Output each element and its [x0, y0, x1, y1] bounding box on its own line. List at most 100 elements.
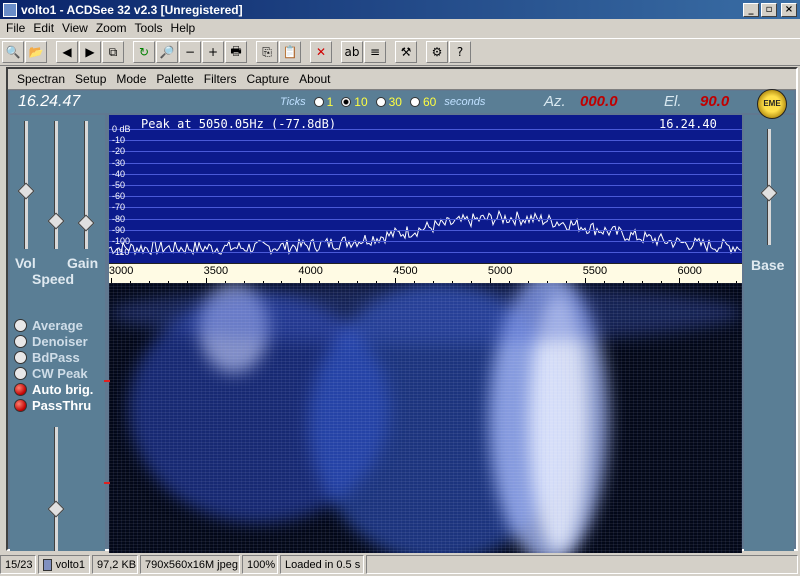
- left-control-panel: Vol Gain Speed Average Denoiser BdPass C…: [10, 115, 105, 551]
- graph-gridline: [109, 173, 742, 175]
- zoom-out-button[interactable]: −: [179, 41, 201, 63]
- print-button[interactable]: 🖶: [225, 41, 247, 63]
- db-label: -60: [112, 191, 126, 202]
- help-button[interactable]: ?: [449, 41, 471, 63]
- menu-bar: File Edit View Zoom Tools Help: [0, 19, 800, 37]
- graph-gridline: [109, 185, 742, 186]
- ticks-radio-30: [375, 97, 386, 107]
- properties-icon: ≡: [369, 45, 381, 59]
- paste-button[interactable]: 📋: [279, 41, 301, 63]
- menu-help[interactable]: Help: [167, 21, 200, 35]
- next-button[interactable]: ▶: [79, 41, 101, 63]
- elevation-label: El.: [664, 93, 682, 110]
- status-size: 97,2 KB: [92, 555, 138, 574]
- db-label: -30: [112, 157, 126, 168]
- browse-button[interactable]: 🔍: [2, 41, 24, 63]
- properties-button[interactable]: ≡: [364, 41, 386, 63]
- maximize-button[interactable]: ▫: [761, 2, 777, 17]
- tools-button[interactable]: ⚒: [395, 41, 417, 63]
- frequency-axis: 3000 3500 4000 4500 5000 5500 6000: [108, 263, 742, 284]
- graph-gridline: [109, 151, 742, 153]
- zoom-in-icon: +: [207, 45, 219, 59]
- menu-view[interactable]: View: [58, 21, 92, 35]
- zoom-button[interactable]: 🔎: [156, 41, 178, 63]
- base-label: Base: [751, 257, 785, 273]
- option-auto-brig: Auto brig.: [14, 382, 93, 397]
- bdpass-led: [14, 351, 27, 364]
- menu-zoom[interactable]: Zoom: [92, 21, 131, 35]
- status-dimensions: 790x560x16M jpeg: [140, 555, 240, 574]
- waterfall-display: [109, 283, 742, 553]
- waterfall-time-marker: [104, 482, 110, 484]
- clock: 16.24.47: [18, 93, 81, 110]
- options-button[interactable]: ⚙: [426, 41, 448, 63]
- lower-slider-track: [54, 427, 58, 551]
- prev-button[interactable]: ◀: [56, 41, 78, 63]
- db-label: -110: [112, 247, 130, 258]
- azimuth-value: 000.0: [580, 93, 618, 110]
- rename-button[interactable]: ab: [341, 41, 363, 63]
- refresh-button[interactable]: ↻: [133, 41, 155, 63]
- ticks-value-60: 60: [422, 95, 437, 109]
- freq-label: 4000: [298, 265, 323, 277]
- graph-gridline: [109, 162, 742, 164]
- vol-label: Vol: [15, 255, 36, 271]
- next-icon: ▶: [85, 45, 95, 59]
- tools-icon: ⚒: [400, 45, 412, 59]
- waterfall-time-marker: [104, 380, 110, 382]
- window-title: volto1 - ACDSee 32 v2.3 [Unregistered]: [21, 2, 243, 17]
- copy-button[interactable]: ⎘: [256, 41, 278, 63]
- elevation-value: 90.0: [700, 93, 730, 110]
- vol-slider-thumb: [17, 182, 35, 200]
- speed-slider-thumb: [47, 212, 65, 230]
- freq-label: 3500: [203, 265, 229, 277]
- open-folder-icon: 📂: [28, 45, 44, 59]
- ticks-value-30: 30: [388, 95, 402, 109]
- menu-tools[interactable]: Tools: [131, 21, 167, 35]
- db-label: -70: [112, 202, 126, 213]
- spectrum-graph: Peak at 5050.05Hz (-77.8dB) 16.24.40 0 d…: [109, 115, 742, 263]
- spectran-menu-palette: Palette: [156, 72, 194, 86]
- zoom-in-button[interactable]: +: [202, 41, 224, 63]
- status-filler: [366, 555, 798, 574]
- speed-slider-track: [54, 121, 58, 249]
- db-label: -50: [112, 180, 126, 190]
- gain-slider-thumb: [77, 214, 95, 232]
- refresh-icon: ↻: [138, 45, 150, 59]
- graph-gridline: [109, 207, 742, 209]
- azimuth-label: Az.: [544, 93, 566, 110]
- ticks-unit: seconds: [444, 96, 486, 108]
- status-zoom: 100%: [242, 555, 278, 574]
- ticks-value-1: 1: [326, 95, 334, 109]
- option-bdpass: BdPass: [14, 350, 80, 365]
- gain-label: Gain: [67, 255, 99, 271]
- menu-edit[interactable]: Edit: [29, 21, 58, 35]
- spectran-menu-mode: Mode: [116, 72, 147, 86]
- slideshow-button[interactable]: ⧉: [102, 41, 124, 63]
- option-average: Average: [14, 318, 83, 333]
- freq-label: 3000: [108, 265, 134, 277]
- menu-file[interactable]: File: [2, 21, 29, 35]
- freq-label: 6000: [677, 265, 702, 277]
- close-button[interactable]: ×: [781, 2, 797, 17]
- delete-button[interactable]: ✕: [310, 41, 332, 63]
- freq-label: 4500: [393, 265, 418, 277]
- waterfall-lines: [109, 283, 742, 553]
- ticks-radio-60: [409, 97, 420, 107]
- speed-label: Speed: [32, 271, 75, 287]
- spectran-menu: Spectran Setup Mode Palette Filters Capt…: [8, 69, 796, 90]
- ticks-selector: Ticks 1 10 30 60 seconds: [280, 95, 485, 109]
- db-label: -90: [112, 224, 126, 235]
- options-icon: ⚙: [431, 45, 443, 59]
- minimize-button[interactable]: _: [743, 2, 759, 17]
- prev-icon: ◀: [62, 45, 72, 59]
- spectran-menu-filters: Filters: [203, 72, 237, 86]
- status-position: 15/23: [0, 555, 36, 574]
- paste-icon: 📋: [282, 45, 298, 59]
- spectran-menu-setup: Setup: [75, 72, 107, 86]
- graph-gridline: [109, 241, 742, 242]
- open-folder-button[interactable]: 📂: [25, 41, 47, 63]
- cw-peak-led: [14, 367, 27, 380]
- delete-icon: ✕: [315, 45, 327, 59]
- help-icon: ?: [456, 45, 464, 59]
